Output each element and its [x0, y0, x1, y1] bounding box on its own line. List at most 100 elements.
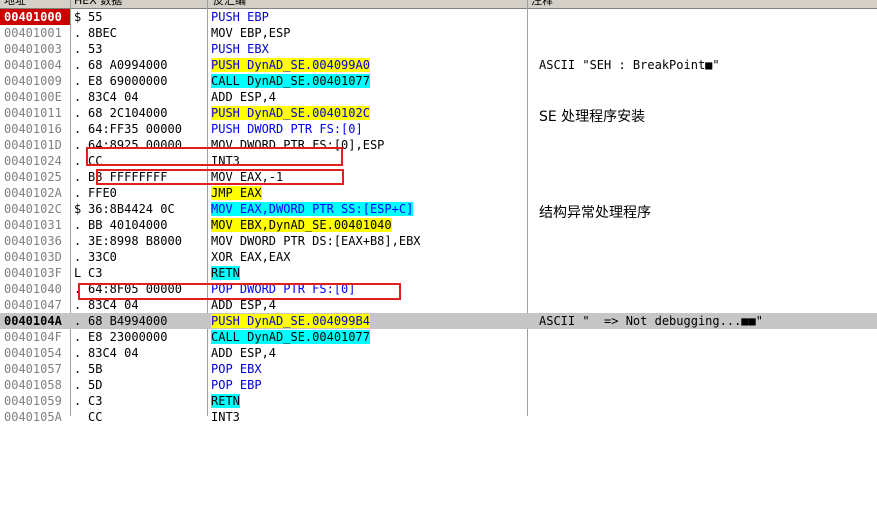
row-address: 00401025 — [4, 170, 62, 184]
row-comment — [539, 409, 875, 425]
row-marker: . — [74, 170, 82, 184]
row-address: 0040101D — [4, 138, 62, 152]
disasm-row-0040100E[interactable]: 0040100E . 83C4 04 ADD ESP,4 — [0, 89, 877, 105]
row-hex: 83C4 04 — [88, 90, 139, 104]
disasm-row-0040102C[interactable]: 0040102C $ 36:8B4424 0C MOV EAX,DWORD PT… — [0, 201, 877, 217]
row-address: 0040105A — [4, 410, 62, 424]
row-disasm: RETN — [211, 393, 525, 409]
row-hex: E8 69000000 — [88, 74, 168, 88]
disasm-row-0040103F[interactable]: 0040103F L C3 RETN — [0, 265, 877, 281]
row-disasm: POP EBX — [211, 362, 262, 376]
disasm-row-0040104A[interactable]: 0040104A . 68 B4994000 PUSH DynAD_SE.004… — [0, 313, 877, 329]
row-comment: ASCII " => Not debugging...■■" — [539, 314, 763, 328]
highlight-box-mov-eax — [96, 169, 344, 185]
disasm-row-0040102A[interactable]: 0040102A . FFE0 JMP EAX — [0, 185, 877, 201]
disasm-row-00401003[interactable]: 00401003 . 53 PUSH EBX — [0, 41, 877, 57]
row-disasm: MOV DWORD PTR DS:[EAX+B8],EBX — [211, 234, 421, 248]
row-marker: . — [74, 250, 82, 264]
row-comment — [539, 89, 875, 105]
row-disasm: RETN — [211, 265, 525, 281]
disasm-row-00401058[interactable]: 00401058 . 5D POP EBP — [0, 377, 877, 393]
row-disasm: PUSH DWORD PTR FS:[0] — [211, 122, 363, 136]
row-comment — [539, 25, 875, 41]
row-disasm-text: JMP EAX — [211, 186, 262, 200]
row-disasm: ADD ESP,4 — [211, 346, 277, 360]
row-comment — [539, 361, 875, 377]
disasm-row-00401000[interactable]: 00401000 $ 55 PUSH EBP — [0, 9, 877, 25]
header-address[interactable]: 地址 — [4, 0, 26, 8]
row-address: 00401047 — [4, 298, 62, 312]
disasm-row-0040103D[interactable]: 0040103D . 33C0 XOR EAX,EAX — [0, 249, 877, 265]
disasm-row-00401059[interactable]: 00401059 . C3 RETN — [0, 393, 877, 409]
column-header: 地址 HEX 数据 反汇编 注释 — [0, 0, 877, 9]
row-marker: . — [74, 314, 82, 328]
row-marker — [74, 409, 86, 425]
row-hex: C3 — [88, 266, 103, 280]
row-address: 0040104A — [4, 314, 62, 328]
row-marker: . — [74, 74, 82, 88]
row-marker: $ — [74, 10, 82, 24]
row-marker: . — [74, 26, 82, 40]
row-hex: 64:FF35 00000 — [88, 122, 182, 136]
row-hex: 8BEC — [88, 26, 117, 40]
disasm-row-00401001[interactable]: 00401001 . 8BEC MOV EBP,ESP — [0, 25, 877, 41]
disasm-row-0040104F[interactable]: 0040104F . E8 23000000 CALL DynAD_SE.004… — [0, 329, 877, 345]
row-comment — [539, 281, 875, 297]
row-disasm: PUSH DynAD_SE.0040102C — [211, 105, 525, 121]
disasm-row-00401011[interactable]: 00401011 . 68 2C104000 PUSH DynAD_SE.004… — [0, 105, 877, 121]
annotation-seh-install: SE 处理程序安装 — [539, 109, 646, 125]
row-hex: BB 40104000 — [88, 218, 168, 232]
row-address: 00401031 — [4, 218, 62, 232]
row-address: 0040103F — [4, 266, 62, 280]
row-address: 00401003 — [4, 42, 62, 56]
row-marker: . — [74, 122, 82, 136]
row-hex: 83C4 04 — [88, 346, 139, 360]
header-disasm[interactable]: 反汇编 — [213, 0, 246, 8]
row-address: 00401058 — [4, 378, 62, 392]
disasm-row-0040105A[interactable]: 0040105A CC INT3 — [0, 409, 877, 425]
disassembly-listing[interactable]: 00401000 $ 55 PUSH EBP 00401001 . 8BEC M… — [0, 9, 877, 425]
row-address: 00401036 — [4, 234, 62, 248]
disasm-row-00401031[interactable]: 00401031 . BB 40104000 MOV EBX,DynAD_SE.… — [0, 217, 877, 233]
row-address: 00401059 — [4, 394, 62, 408]
row-disasm-text: RETN — [211, 394, 240, 408]
row-disasm: POP EBP — [211, 378, 262, 392]
header-comment[interactable]: 注释 — [531, 0, 553, 8]
row-hex: 3E:8998 B8000 — [88, 234, 182, 248]
row-comment — [539, 297, 875, 313]
row-address: 00401000 — [0, 9, 70, 25]
row-comment — [539, 393, 875, 409]
row-disasm: MOV EAX,DWORD PTR SS:[ESP+C] — [211, 201, 525, 217]
row-comment — [539, 233, 875, 249]
row-marker: . — [74, 362, 82, 376]
disasm-row-00401004[interactable]: 00401004 . 68 A0994000 PUSH DynAD_SE.004… — [0, 57, 877, 73]
disasm-row-00401009[interactable]: 00401009 . E8 69000000 CALL DynAD_SE.004… — [0, 73, 877, 89]
row-disasm: PUSH EBX — [211, 42, 269, 56]
annotation-seh-handler: 结构异常处理程序 — [539, 205, 651, 221]
row-disasm: JMP EAX — [211, 185, 525, 201]
highlight-box-int3 — [86, 147, 343, 166]
row-disasm: PUSH DynAD_SE.004099B4 — [211, 313, 525, 329]
row-hex: CC — [88, 410, 103, 424]
row-marker: . — [74, 42, 82, 56]
row-disasm: CALL DynAD_SE.00401077 — [211, 329, 525, 345]
disasm-row-00401054[interactable]: 00401054 . 83C4 04 ADD ESP,4 — [0, 345, 877, 361]
row-disasm-text: PUSH DynAD_SE.004099B4 — [211, 314, 370, 328]
row-address: 0040100E — [4, 90, 62, 104]
disasm-row-00401057[interactable]: 00401057 . 5B POP EBX — [0, 361, 877, 377]
row-comment — [539, 185, 875, 201]
row-address: 00401024 — [4, 154, 62, 168]
row-disasm: PUSH EBP — [211, 10, 269, 24]
row-hex: C3 — [88, 394, 103, 408]
disasm-row-00401036[interactable]: 00401036 . 3E:8998 B8000 MOV DWORD PTR D… — [0, 233, 877, 249]
row-disasm: MOV EBP,ESP — [211, 26, 291, 40]
row-disasm: PUSH DynAD_SE.004099A0 — [211, 57, 525, 73]
row-comment — [539, 137, 875, 153]
row-comment — [539, 153, 875, 169]
row-marker: . — [74, 378, 82, 392]
row-disasm: CALL DynAD_SE.00401077 — [211, 73, 525, 89]
disasm-row-00401016[interactable]: 00401016 . 64:FF35 00000 PUSH DWORD PTR … — [0, 121, 877, 137]
header-hex[interactable]: HEX 数据 — [74, 0, 122, 8]
row-comment — [539, 249, 875, 265]
row-hex: 53 — [88, 42, 103, 56]
